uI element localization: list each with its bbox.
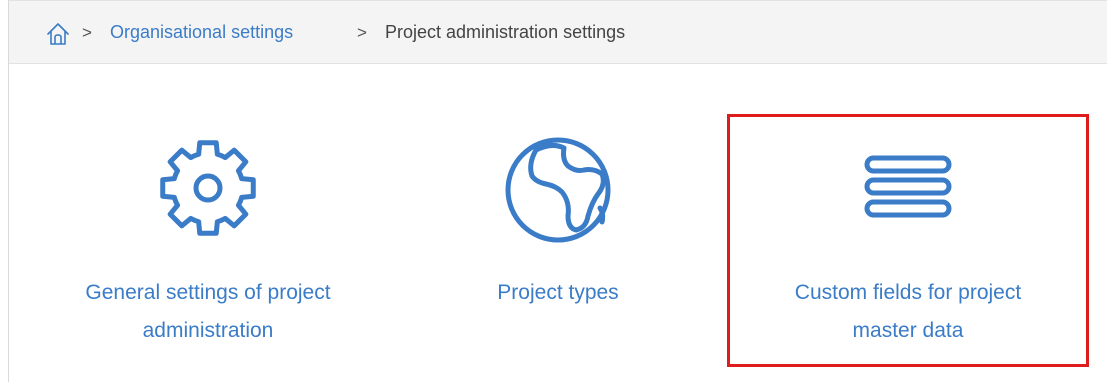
gear-outline — [160, 140, 256, 236]
breadcrumb-current-page: Project administration settings — [385, 22, 626, 42]
tile-project-types[interactable]: Project types — [408, 118, 708, 368]
breadcrumb-separator: > — [82, 23, 92, 42]
tile-label: General settings of project administrati… — [85, 281, 331, 342]
breadcrumb: > Organisational settings > Project admi… — [9, 0, 1107, 64]
tile-label: Custom fields for project master data — [794, 281, 1022, 342]
tile-general-settings[interactable]: General settings of project administrati… — [58, 118, 358, 368]
list-icon — [864, 155, 952, 218]
home-icon[interactable] — [45, 21, 71, 47]
gear-icon — [160, 140, 256, 236]
tile-label: Project types — [497, 281, 619, 304]
breadcrumb-organisational-settings[interactable]: Organisational settings — [110, 22, 293, 43]
globe-icon — [505, 137, 611, 243]
breadcrumb-separator: > — [357, 23, 367, 42]
gear-center — [193, 173, 223, 203]
tile-custom-fields[interactable]: Custom fields for project master data — [758, 118, 1058, 368]
